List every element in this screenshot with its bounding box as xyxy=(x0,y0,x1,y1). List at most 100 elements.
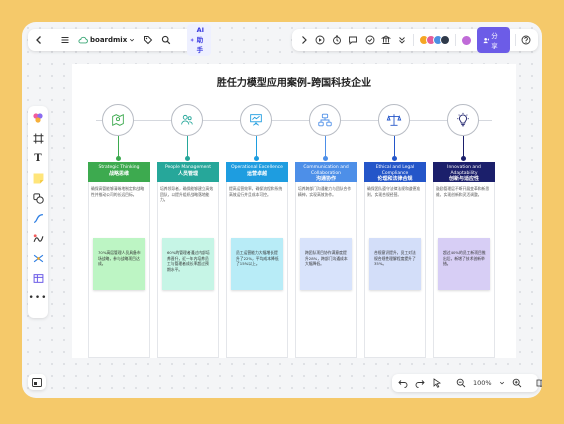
minimap-icon xyxy=(32,377,42,387)
competency-cn-label: 人员管理 xyxy=(177,170,198,177)
competency-en-label: Operational Excellence xyxy=(231,165,283,170)
back-icon[interactable] xyxy=(34,34,44,46)
menu-icon[interactable] xyxy=(60,34,70,46)
comment-icon[interactable] xyxy=(347,34,358,46)
competency-cn-label: 运营卓越 xyxy=(246,170,267,177)
undo-icon[interactable] xyxy=(398,377,408,389)
icon-circle[interactable] xyxy=(240,104,272,136)
network-icon xyxy=(318,113,332,127)
sticky-note-icon[interactable] xyxy=(32,172,44,184)
collaborator-avatars[interactable] xyxy=(419,35,451,45)
icon-circle[interactable] xyxy=(309,104,341,136)
competency-en-label: Communication and Collaboration xyxy=(303,165,349,176)
chevron-right-icon[interactable] xyxy=(298,34,309,46)
mindmap-icon[interactable] xyxy=(32,252,44,264)
text-icon[interactable]: T xyxy=(32,152,44,164)
avatar xyxy=(440,35,451,45)
library-icon[interactable] xyxy=(380,34,391,46)
map-pin-icon xyxy=(112,113,124,127)
timeline-dot xyxy=(461,156,466,161)
competency-en-label: Innovation and Adaptability xyxy=(447,165,481,176)
timeline-dot xyxy=(116,156,121,161)
play-icon[interactable] xyxy=(314,34,325,46)
connector-stem xyxy=(394,136,395,158)
competency-description[interactable]: 确保高管能够清晰地制定和战略性并推动公司的长远目标。 xyxy=(91,186,147,197)
board-canvas[interactable]: 胜任力模型应用案例-跨国科技企业 Strategic Thinking 战略思维… xyxy=(72,64,516,358)
sticky-note[interactable]: 超过40%的员工新项目推出后，新增了技术创新举措。 xyxy=(438,238,490,290)
zoom-toolbar: 100% xyxy=(392,374,542,392)
top-left-toolbar: boardmix AI助手 xyxy=(28,24,211,56)
book-icon[interactable] xyxy=(536,377,542,389)
people-icon xyxy=(181,114,193,125)
competency-description[interactable]: 培养跨部门沟通能力与团队合作精神，实现高效协作。 xyxy=(298,186,354,197)
cloud-icon xyxy=(78,36,88,44)
timer-icon[interactable] xyxy=(331,34,342,46)
competency-description[interactable]: 确保团队遵守法律法规和道德准则，实现合规经营。 xyxy=(367,186,423,197)
shapes-icon[interactable] xyxy=(32,192,44,204)
sticky-note[interactable]: 员工运营能力大幅增长提升了22%，平均成本降低了15%以上。 xyxy=(231,238,283,290)
sticky-note[interactable]: 70%高层管理人员具备市场战略，参与战略项目达成。 xyxy=(93,238,145,290)
competency-header[interactable]: People Management 人员管理 xyxy=(157,162,219,182)
connector-stem xyxy=(256,136,257,158)
boardmix-logo[interactable]: boardmix xyxy=(78,34,135,46)
competency-header[interactable]: Innovation and Adaptability 创新与适应性 xyxy=(433,162,495,182)
divider xyxy=(455,34,457,46)
zoom-level[interactable]: 100% xyxy=(473,379,492,387)
presentation-icon xyxy=(250,114,262,126)
zoom-out-icon[interactable] xyxy=(456,377,466,389)
timeline-line xyxy=(96,120,492,121)
minimap-button[interactable] xyxy=(28,374,46,390)
sticky-note[interactable]: 60%的管理者通过内部培养晋升，近一年内培养员工与管理者成长率超过预期水平。 xyxy=(162,238,214,290)
add-user-icon xyxy=(483,37,490,43)
share-label: 分享 xyxy=(491,32,498,50)
sticky-note[interactable]: 合规意识提升，员工对法规合规性理解程度提升了35%。 xyxy=(369,238,421,290)
ai-assistant-button[interactable]: AI助手 xyxy=(187,24,211,56)
icon-circle[interactable] xyxy=(102,104,134,136)
table-icon[interactable] xyxy=(32,272,44,284)
competency-description[interactable]: 提高运营效率，确保流程和系统高效运行并且成本可控。 xyxy=(229,186,285,197)
connector-stem xyxy=(187,136,188,158)
chevron-down-icon[interactable] xyxy=(499,377,505,389)
icon-circle[interactable] xyxy=(447,104,479,136)
share-button[interactable]: 分享 xyxy=(476,27,510,53)
cursor-icon[interactable] xyxy=(432,377,442,389)
frame-icon[interactable] xyxy=(32,132,44,144)
vote-icon[interactable] xyxy=(364,34,375,46)
redo-icon[interactable] xyxy=(415,377,425,389)
app-window: boardmix AI助手 分享 T ••• 胜任力模型应用案例-跨国科技企业 … xyxy=(22,22,542,398)
competency-description[interactable]: 培养领导者，确保能够建立高效团队，以提升组织战略落地能力。 xyxy=(160,186,216,203)
zoom-in-icon[interactable] xyxy=(512,377,522,389)
more-chevron-icon[interactable] xyxy=(397,34,408,46)
chevron-down-icon xyxy=(129,34,135,46)
more-tools-icon[interactable]: ••• xyxy=(29,292,47,304)
competency-cn-label: 战略思维 xyxy=(108,170,129,177)
icon-circle[interactable] xyxy=(378,104,410,136)
app-name: boardmix xyxy=(90,36,128,44)
competency-en-label: Strategic Thinking xyxy=(98,165,140,170)
competency-header[interactable]: Communication and Collaboration 沟通协作 xyxy=(295,162,357,182)
timeline-dot xyxy=(323,156,328,161)
competency-en-label: Ethical and Legal Compliance xyxy=(375,165,415,176)
scale-icon xyxy=(386,114,402,126)
tag-icon[interactable] xyxy=(143,34,153,46)
left-toolbar: T ••• xyxy=(28,106,48,318)
icon-circle[interactable] xyxy=(171,104,203,136)
pen-icon[interactable] xyxy=(32,232,44,244)
sticky-note[interactable]: 跨团队项目协作满意度提升28%，跨部门沟通成本大幅降低。 xyxy=(300,238,352,290)
help-icon[interactable] xyxy=(521,34,532,46)
competency-header[interactable]: Operational Excellence 运营卓越 xyxy=(226,162,288,182)
top-right-toolbar: 分享 xyxy=(292,27,538,53)
user-avatar[interactable] xyxy=(461,34,472,46)
competency-header[interactable]: Strategic Thinking 战略思维 xyxy=(88,162,150,182)
ai-assistant-label: AI助手 xyxy=(196,26,205,54)
competency-description[interactable]: 鼓励管理层不断开展变革和新思维，实现创新和灵活调整。 xyxy=(436,186,492,197)
templates-icon[interactable] xyxy=(32,112,44,124)
timeline-dot xyxy=(185,156,190,161)
search-icon[interactable] xyxy=(161,34,171,46)
timeline-dot xyxy=(392,156,397,161)
connector-stem xyxy=(463,136,464,158)
lightbulb-icon xyxy=(457,112,469,127)
connector-icon[interactable] xyxy=(32,212,44,224)
timeline-dot xyxy=(254,156,259,161)
competency-header[interactable]: Ethical and Legal Compliance 伦理和法律合规 xyxy=(364,162,426,182)
